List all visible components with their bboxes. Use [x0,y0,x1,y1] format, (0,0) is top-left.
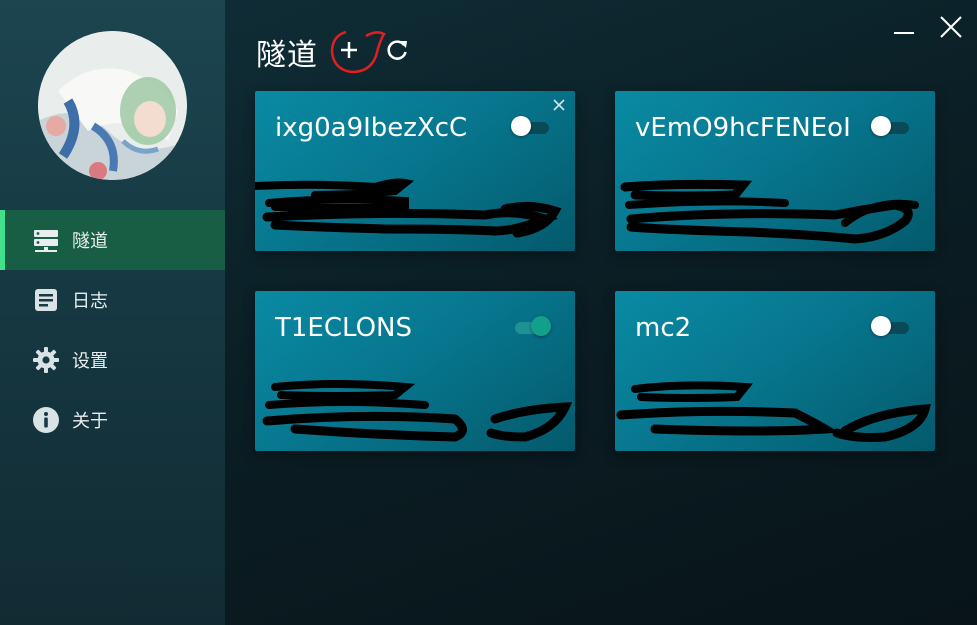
tunnel-card[interactable]: ixg0a9IbezXcC [255,91,575,251]
redaction-scribble [255,178,562,238]
server-icon [32,226,60,254]
app-window: 隧道 日志 设置 关于 隧道 ixg0a9IbezXcC vEmO9hcFENE… [0,0,977,625]
sidebar-item-logs[interactable]: 日志 [0,270,225,330]
tunnel-card[interactable]: mc2 [615,291,935,451]
info-icon [32,406,60,434]
minimize-button[interactable] [889,12,919,42]
sidebar: 隧道 日志 设置 关于 [0,0,225,625]
redaction-scribble [616,381,931,442]
sidebar-item-tunnels[interactable]: 隧道 [0,210,225,270]
redaction-scribble [620,179,919,244]
tunnel-card[interactable]: T1ECLONS [255,291,575,451]
log-icon [32,286,60,314]
sidebar-item-label: 关于 [72,411,108,432]
close-icon [940,16,962,38]
gear-icon [32,346,60,374]
sidebar-item-about[interactable]: 关于 [0,390,225,450]
minimize-icon [894,32,914,34]
sidebar-item-label: 日志 [72,291,108,312]
sidebar-item-settings[interactable]: 设置 [0,330,225,390]
refresh-button[interactable] [380,33,414,67]
refresh-icon [387,40,407,60]
sidebar-nav: 隧道 日志 设置 关于 [0,210,225,450]
sidebar-item-label: 隧道 [72,231,108,252]
page-title: 隧道 [256,38,318,73]
avatar-image [38,31,187,180]
sidebar-item-label: 设置 [72,351,108,372]
red-annotation-circle [330,30,386,74]
avatar [38,31,187,180]
tunnel-card[interactable]: vEmO9hcFENEoI [615,91,935,251]
close-window-button[interactable] [936,12,966,42]
redaction-scribble [262,380,573,442]
